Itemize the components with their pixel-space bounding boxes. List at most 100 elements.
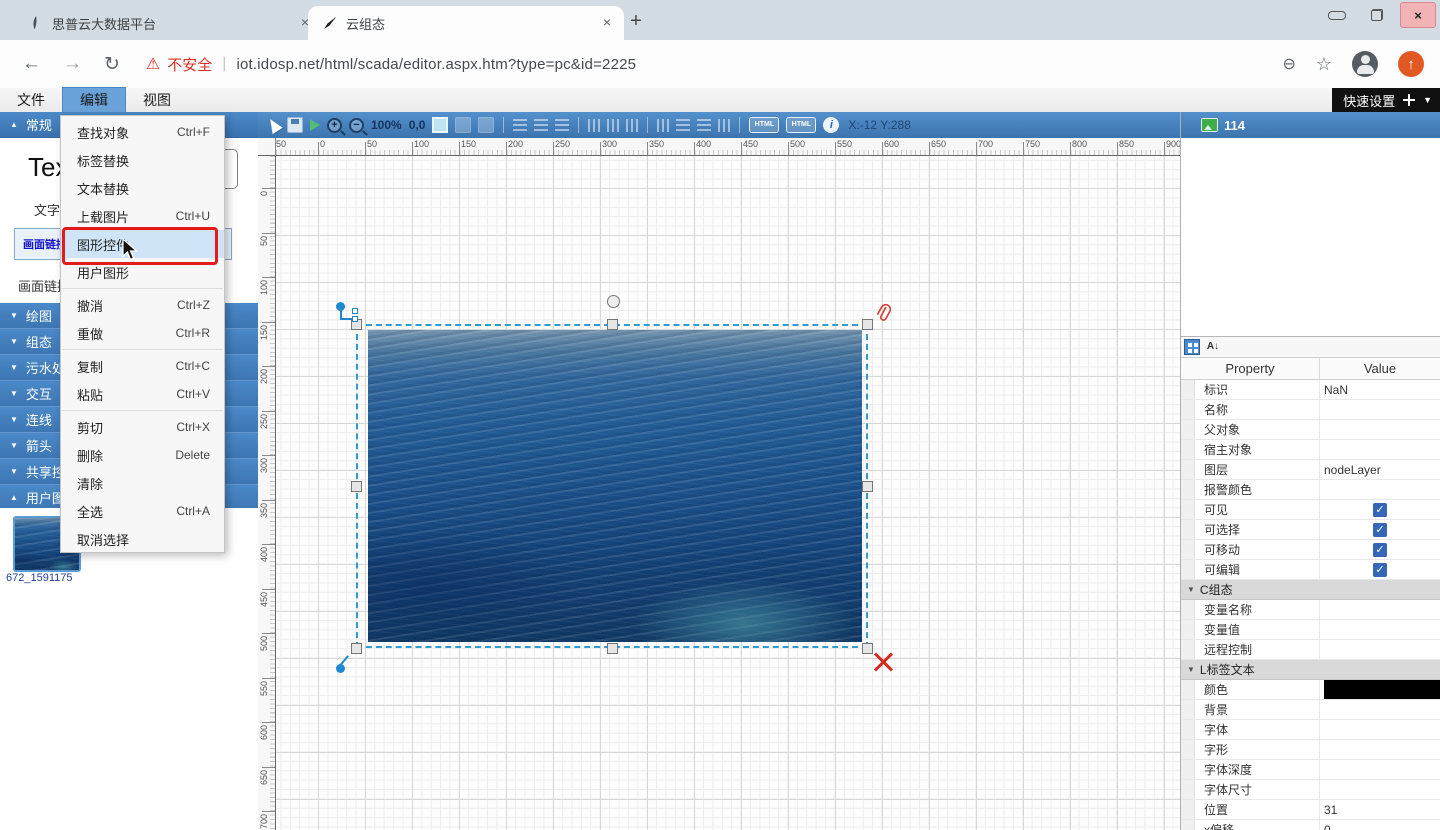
property-row[interactable]: 背景 [1181,700,1440,720]
run-icon[interactable] [310,119,320,131]
new-tab-button[interactable]: + [622,8,650,36]
distribute-h-icon[interactable] [697,119,711,131]
property-row[interactable]: 可见✓ [1181,500,1440,520]
back-icon[interactable]: ← [22,53,41,75]
property-value[interactable] [1320,420,1440,439]
menu-item[interactable]: 重做Ctrl+R [61,319,224,347]
menu-item[interactable]: 撤消Ctrl+Z [61,291,224,319]
same-width-icon[interactable] [657,119,669,132]
close-tab-icon[interactable]: × [598,14,616,32]
anchor-point[interactable] [352,316,358,322]
align-center-icon[interactable] [534,119,548,131]
save-icon[interactable] [287,117,303,133]
anchor-point[interactable] [352,308,358,314]
menu-item[interactable]: 取消选择 [61,525,224,553]
property-value[interactable] [1320,700,1440,719]
checkbox-checked-icon[interactable]: ✓ [1373,563,1387,577]
zoom-out-icon[interactable]: − [349,118,364,133]
property-value[interactable] [1320,780,1440,799]
property-row[interactable]: 父对象 [1181,420,1440,440]
property-value[interactable]: 0 [1320,820,1440,830]
property-row[interactable]: 变量名称 [1181,600,1440,620]
menu-item[interactable]: 剪切Ctrl+X [61,413,224,441]
menu-item[interactable]: 上载图片Ctrl+U [61,202,224,230]
align-right-icon[interactable] [555,119,569,131]
minimize-button[interactable] [1320,3,1354,27]
align-top-icon[interactable] [588,119,600,132]
property-row[interactable]: 可选择✓ [1181,520,1440,540]
distribute-v-icon[interactable] [718,119,730,132]
reload-icon[interactable]: ↻ [104,53,120,76]
group-tool-icon[interactable] [478,117,494,133]
menu-item[interactable]: 粘贴Ctrl+V [61,380,224,408]
property-row[interactable]: 变量值 [1181,620,1440,640]
checkbox-checked-icon[interactable]: ✓ [1373,523,1387,537]
property-value[interactable]: 31 [1320,800,1440,819]
security-warning-label[interactable]: 不安全 [167,54,212,75]
anchor-pin-icon[interactable] [336,664,345,673]
url-text[interactable]: iot.idosp.net/html/scada/editor.aspx.htm… [236,56,636,73]
resize-handle-ne[interactable] [862,319,873,330]
html-export-icon[interactable]: HTML [749,117,779,133]
menu-item[interactable]: 清除 [61,469,224,497]
property-row[interactable]: 位置31 [1181,800,1440,820]
property-section[interactable]: ▼C组态 [1181,580,1440,600]
property-value[interactable] [1320,740,1440,759]
menu-view[interactable]: 视图 [126,88,188,112]
restore-button[interactable] [1360,3,1394,27]
property-value[interactable]: ✓ [1320,500,1440,519]
property-row[interactable]: 名称 [1181,400,1440,420]
property-row[interactable]: 字形 [1181,740,1440,760]
property-row[interactable]: x偏移0 [1181,820,1440,830]
property-row[interactable]: 可移动✓ [1181,540,1440,560]
property-row[interactable]: 宿主对象 [1181,440,1440,460]
property-value[interactable] [1320,600,1440,619]
property-value[interactable] [1320,440,1440,459]
resize-handle-w[interactable] [351,481,362,492]
menu-file[interactable]: 文件 [0,88,62,112]
checkbox-checked-icon[interactable]: ✓ [1373,503,1387,517]
bookmark-star-icon[interactable]: ☆ [1316,54,1332,75]
menu-item[interactable]: 全选Ctrl+A [61,497,224,525]
property-row[interactable]: 字体深度 [1181,760,1440,780]
property-value[interactable] [1320,640,1440,659]
select-cursor-icon[interactable] [265,116,283,134]
sort-az-icon[interactable]: A↓ [1204,339,1222,355]
property-row[interactable]: 图层nodeLayer [1181,460,1440,480]
property-row[interactable]: 字体尺寸 [1181,780,1440,800]
property-row[interactable]: 标识NaN [1181,380,1440,400]
profile-avatar[interactable] [1352,51,1378,77]
property-value[interactable] [1320,760,1440,779]
property-row[interactable]: 可编辑✓ [1181,560,1440,580]
align-bottom-icon[interactable] [626,119,638,132]
property-value[interactable]: ✓ [1320,520,1440,539]
resize-handle-n[interactable] [607,319,618,330]
canvas-settings-icon[interactable] [432,117,448,133]
forward-icon[interactable]: → [63,53,82,75]
delete-node-icon[interactable] [872,650,894,672]
browser-tab-2[interactable]: 云组态 × [308,6,624,40]
resize-handle-sw[interactable] [351,643,362,654]
dropdown-icon[interactable]: ▼ [1423,95,1432,105]
property-row[interactable]: 字体 [1181,720,1440,740]
property-value[interactable] [1320,400,1440,419]
rotate-handle[interactable] [607,295,620,308]
resize-handle-s[interactable] [607,643,618,654]
property-section[interactable]: ▼L标签文本 [1181,660,1440,680]
quick-settings-bar[interactable]: 快速设置 ▼ [1332,88,1440,112]
image-tool-icon[interactable] [455,117,471,133]
page-zoom-icon[interactable]: ⊖ [1282,54,1295,74]
close-window-button[interactable]: × [1400,2,1436,28]
checkbox-checked-icon[interactable]: ✓ [1373,543,1387,557]
menu-item[interactable]: 复制Ctrl+C [61,352,224,380]
menu-item[interactable]: 删除Delete [61,441,224,469]
property-value[interactable]: ✓ [1320,560,1440,579]
property-row[interactable]: 颜色 [1181,680,1440,700]
property-value[interactable] [1320,680,1440,699]
categorize-icon[interactable] [1184,339,1200,355]
url-field[interactable]: ⚠ 不安全 | iot.idosp.net/html/scada/editor.… [146,54,1283,75]
info-icon[interactable]: i [823,117,839,133]
color-swatch[interactable] [1324,680,1440,699]
property-value[interactable] [1320,720,1440,739]
menu-edit[interactable]: 编辑 [62,87,126,113]
